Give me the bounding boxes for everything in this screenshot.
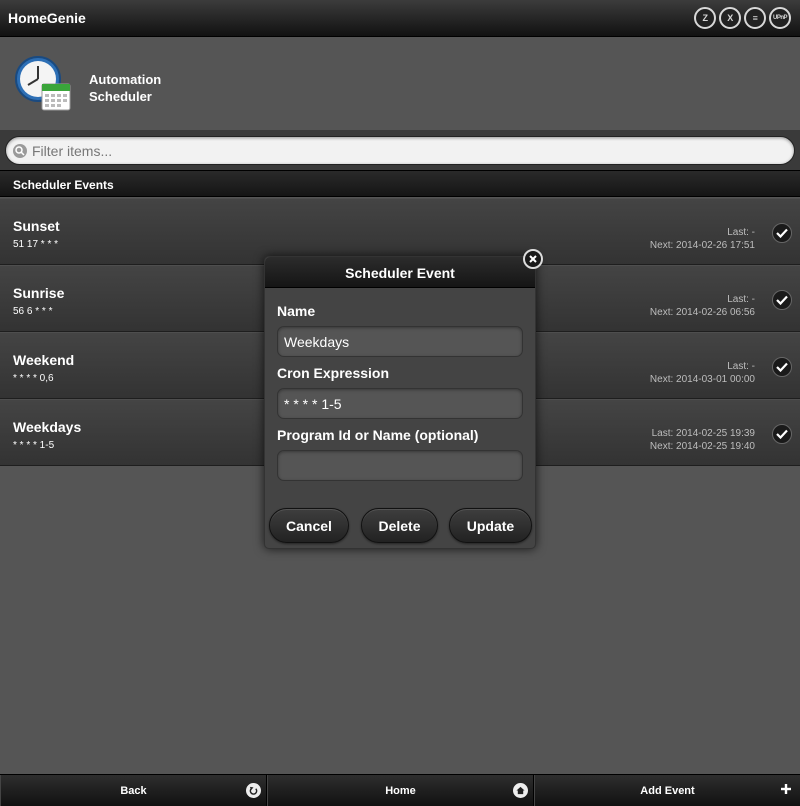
upnp-icon[interactable]: UPnP: [769, 7, 791, 29]
check-icon[interactable]: [772, 424, 792, 444]
home-icon: [513, 783, 528, 798]
check-icon[interactable]: [772, 223, 792, 243]
app-title: HomeGenie: [8, 10, 86, 26]
event-cron: 56 6 * * *: [13, 306, 53, 317]
plus-icon: [778, 781, 794, 797]
add-event-label: Add Event: [640, 785, 695, 797]
cron-field[interactable]: [277, 388, 523, 419]
event-next-run: Next: 2014-02-26 06:56: [649, 307, 755, 318]
event-name: Weekdays: [13, 419, 82, 435]
event-cron: * * * * 0,6: [13, 373, 54, 384]
module-title: Automation Scheduler: [89, 71, 161, 105]
filter-input[interactable]: [32, 139, 782, 162]
event-next-run: Next: 2014-02-26 17:51: [649, 240, 755, 251]
event-times: Last: - Next: 2014-02-26 17:51: [650, 226, 755, 252]
list-item[interactable]: Sunset 51 17 * * * Last: - Next: 2014-02…: [0, 198, 800, 265]
header-icon-group: Z X ≡ UPnP: [694, 7, 791, 29]
event-next-run: Next: 2014-02-25 19:40: [649, 441, 755, 452]
event-next-run: Next: 2014-03-01 00:00: [649, 374, 755, 385]
check-icon[interactable]: [772, 290, 792, 310]
list-divider: Scheduler Events: [0, 170, 800, 197]
module-title-line2: Scheduler: [89, 89, 152, 104]
clock-calendar-icon: [14, 54, 74, 112]
event-times: Last: - Next: 2014-03-01 00:00: [650, 360, 755, 386]
delete-button[interactable]: Delete: [361, 508, 438, 543]
module-banner: Automation Scheduler: [0, 38, 800, 130]
event-name: Sunset: [13, 218, 60, 234]
check-icon[interactable]: [772, 357, 792, 377]
scheduler-event-dialog: Scheduler Event Name Cron Expression Pro…: [264, 249, 543, 549]
program-field[interactable]: [277, 450, 523, 481]
program-label: Program Id or Name (optional): [277, 427, 479, 443]
add-event-button[interactable]: Add Event: [534, 775, 800, 806]
filter-bar: [0, 130, 800, 170]
event-cron: 51 17 * * *: [13, 239, 59, 250]
close-icon[interactable]: [523, 249, 543, 269]
event-last-run: Last: -: [727, 361, 755, 372]
event-name: Sunrise: [13, 285, 65, 301]
update-button[interactable]: Update: [449, 508, 532, 543]
insteon-icon[interactable]: ≡: [744, 7, 766, 29]
event-times: Last: 2014-02-25 19:39 Next: 2014-02-25 …: [650, 427, 755, 453]
event-last-run: Last: 2014-02-25 19:39: [651, 428, 755, 439]
back-icon: [246, 783, 261, 798]
back-button[interactable]: Back: [0, 775, 267, 806]
home-button[interactable]: Home: [267, 775, 534, 806]
footer-nav: Back Home Add Event: [0, 774, 800, 806]
name-label: Name: [277, 303, 316, 319]
filter-input-wrapper: [5, 136, 795, 165]
search-icon: [13, 144, 27, 158]
event-times: Last: - Next: 2014-02-26 06:56: [650, 293, 755, 319]
back-label: Back: [120, 785, 147, 797]
cron-label: Cron Expression: [277, 365, 390, 381]
module-title-line1: Automation: [89, 72, 162, 87]
event-cron: * * * * 1-5: [13, 440, 55, 451]
zwave-icon[interactable]: Z: [694, 7, 716, 29]
home-label: Home: [385, 785, 416, 797]
name-field[interactable]: [277, 326, 523, 357]
event-last-run: Last: -: [727, 294, 755, 305]
event-name: Weekend: [13, 352, 75, 368]
event-last-run: Last: -: [727, 227, 755, 238]
app-header: HomeGenie Z X ≡ UPnP: [0, 0, 800, 37]
dialog-title: Scheduler Event: [265, 257, 535, 288]
x10-icon[interactable]: X: [719, 7, 741, 29]
cancel-button[interactable]: Cancel: [269, 508, 349, 543]
